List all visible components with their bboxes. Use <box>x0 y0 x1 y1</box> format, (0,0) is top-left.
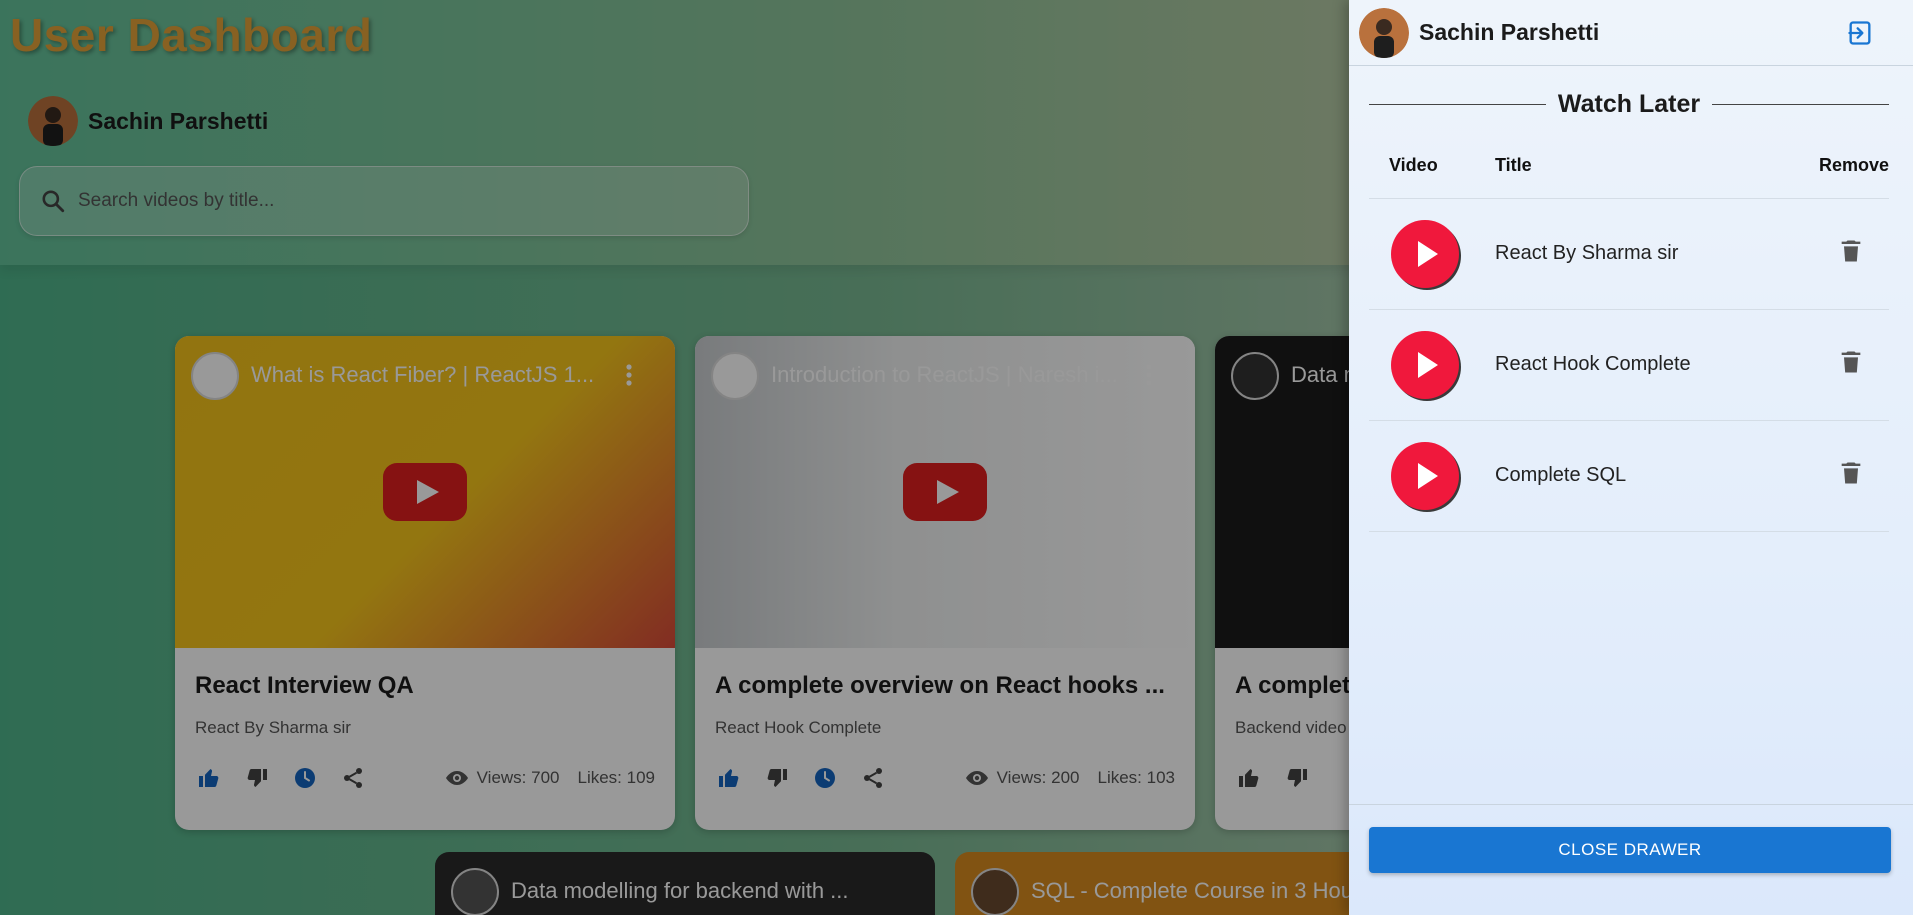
watch-later-title: Watch Later <box>1557 90 1701 118</box>
youtube-icon[interactable] <box>1391 441 1459 510</box>
divider <box>1369 104 1546 105</box>
table-row: React Hook Complete <box>1369 309 1889 421</box>
youtube-icon[interactable] <box>1391 219 1459 288</box>
trash-icon[interactable] <box>1837 459 1865 487</box>
column-header-title: Title <box>1495 134 1799 199</box>
youtube-icon[interactable] <box>1391 330 1459 399</box>
table-row: Complete SQL <box>1369 420 1889 532</box>
drawer-user-name: Sachin Parshetti <box>1419 19 1600 45</box>
avatar <box>1359 7 1409 58</box>
table-row: React By Sharma sir <box>1369 198 1889 310</box>
watch-later-item-title: React Hook Complete <box>1495 309 1799 421</box>
column-header-video: Video <box>1369 134 1495 199</box>
trash-icon[interactable] <box>1837 348 1865 376</box>
drawer-footer: CLOSE DRAWER <box>1349 804 1913 915</box>
watch-later-heading: Watch Later <box>1369 90 1889 119</box>
trash-icon[interactable] <box>1837 237 1865 265</box>
table-header-row: Video Title Remove <box>1369 134 1889 199</box>
logout-icon[interactable] <box>1846 19 1874 47</box>
divider <box>1712 104 1889 105</box>
watch-later-item-title: React By Sharma sir <box>1495 198 1799 310</box>
close-drawer-button[interactable]: CLOSE DRAWER <box>1369 827 1891 873</box>
watch-later-table: Video Title Remove React By Sharma sir R… <box>1369 134 1889 532</box>
column-header-remove: Remove <box>1799 134 1889 199</box>
drawer-header: Sachin Parshetti <box>1349 0 1913 66</box>
watch-later-item-title: Complete SQL <box>1495 420 1799 532</box>
watch-later-drawer: Sachin Parshetti Watch Later Video Title… <box>1349 0 1913 915</box>
